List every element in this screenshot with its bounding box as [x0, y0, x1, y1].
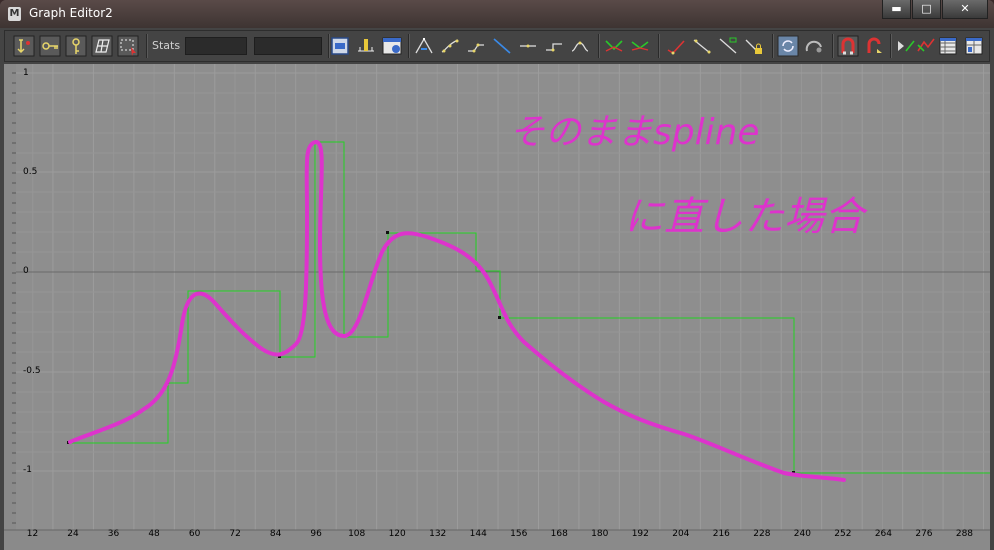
time-axis-label: 288: [955, 529, 974, 539]
app-icon: M: [8, 7, 21, 21]
free-tangent-weight-icon[interactable]: [665, 35, 687, 57]
pre-infinity-cycle-icon[interactable]: [895, 35, 917, 57]
value-ruler: [4, 64, 16, 530]
time-axis-label: 144: [469, 529, 487, 539]
maximize-icon: □: [921, 2, 932, 15]
graph-view[interactable]: そのままspline に直した場合 1 0.5 0 -0.5 -1 12 24 36 4…: [4, 64, 990, 550]
normalize-toggle-icon[interactable]: [777, 35, 799, 57]
time-axis-label: 180: [591, 529, 609, 539]
time-axis-label: 264: [874, 529, 892, 539]
spline-tangent-icon[interactable]: [439, 35, 461, 57]
lock-tangent-weight-icon[interactable]: [691, 35, 713, 57]
step-tangent-icon[interactable]: [543, 35, 565, 57]
value-snap-icon[interactable]: [863, 35, 885, 57]
dope-sheet-icon[interactable]: [937, 35, 959, 57]
time-axis-label: 240: [793, 529, 811, 539]
time-axis-label: 276: [915, 529, 933, 539]
trax-editor-icon[interactable]: [963, 35, 985, 57]
y-axis-label-neg-0.5: -0.5: [23, 366, 41, 376]
maximize-button[interactable]: □: [912, 0, 941, 19]
denormalize-icon[interactable]: [803, 35, 825, 57]
time-axis-label: 108: [348, 529, 366, 539]
time-snap-icon[interactable]: [837, 35, 859, 57]
minimize-button[interactable]: ▬: [882, 0, 911, 19]
lock-key-icon[interactable]: [743, 35, 765, 57]
time-axis-label: 96: [310, 529, 322, 539]
linear-tangent-icon[interactable]: [491, 35, 513, 57]
minimize-icon: ▬: [891, 2, 902, 15]
clamped-tangent-icon[interactable]: [465, 35, 487, 57]
time-axis-label: 72: [229, 529, 241, 539]
close-icon: ✕: [960, 2, 970, 15]
insert-key-tool-icon[interactable]: [39, 35, 61, 57]
add-key-tool-icon[interactable]: [65, 35, 87, 57]
time-axis-label: 12: [26, 529, 39, 539]
region-select-icon[interactable]: [117, 35, 139, 57]
break-tangents-icon[interactable]: [603, 35, 625, 57]
stats-time-field[interactable]: [185, 37, 247, 55]
center-current-time-icon[interactable]: [381, 35, 403, 57]
time-axis-label: 168: [550, 529, 568, 539]
y-axis-label-0: 0: [23, 266, 29, 276]
title-bar[interactable]: M Graph Editor2 ▬ □ ✕: [0, 0, 994, 28]
toolbar: Stats: [4, 30, 990, 62]
stats-label: Stats: [152, 39, 181, 52]
y-axis-label-0.5: 0.5: [23, 167, 38, 177]
time-axis-label: 84: [269, 529, 282, 539]
time-axis-label: 228: [753, 529, 771, 539]
curve-key: [386, 231, 389, 234]
time-axis-label: 216: [712, 529, 730, 539]
time-axis-label: 204: [672, 529, 690, 539]
y-axis-label-1: 1: [23, 68, 29, 78]
time-axis-label: 36: [107, 529, 120, 539]
auto-tangent-icon[interactable]: [413, 35, 435, 57]
post-infinity-cycle-icon[interactable]: [915, 35, 937, 57]
spline-curve: [68, 140, 846, 482]
flat-tangent-icon[interactable]: [517, 35, 539, 57]
time-axis-label: 192: [631, 529, 649, 539]
frame-all-icon[interactable]: [329, 35, 351, 57]
stats-value-field[interactable]: [254, 37, 322, 55]
time-axis-label: 156: [510, 529, 528, 539]
lattice-deform-icon[interactable]: [91, 35, 113, 57]
buffer-curve-icon[interactable]: [717, 35, 739, 57]
move-key-tool-icon[interactable]: [13, 35, 35, 57]
curve-key: [498, 316, 501, 319]
annotation-line-1: そのままspline: [509, 112, 760, 153]
y-axis-label-neg-1: -1: [23, 465, 32, 475]
time-axis-label: 48: [148, 529, 160, 539]
close-button[interactable]: ✕: [942, 0, 988, 19]
time-axis-label: 132: [429, 529, 447, 539]
time-axis-label: 24: [67, 529, 79, 539]
graph-editor-window: M Graph Editor2 ▬ □ ✕ Stats そのままspline に…: [0, 0, 994, 550]
frame-playback-range-icon[interactable]: [355, 35, 377, 57]
curve-canvas[interactable]: そのままspline に直した場合: [4, 64, 990, 550]
plateau-tangent-icon[interactable]: [569, 35, 591, 57]
time-axis-label: 60: [188, 529, 201, 539]
window-title: Graph Editor2: [29, 6, 113, 20]
time-axis-label: 252: [834, 529, 852, 539]
time-axis-label: 120: [388, 529, 406, 539]
annotation-line-2: に直した場合: [624, 194, 868, 240]
unify-tangents-icon[interactable]: [629, 35, 651, 57]
